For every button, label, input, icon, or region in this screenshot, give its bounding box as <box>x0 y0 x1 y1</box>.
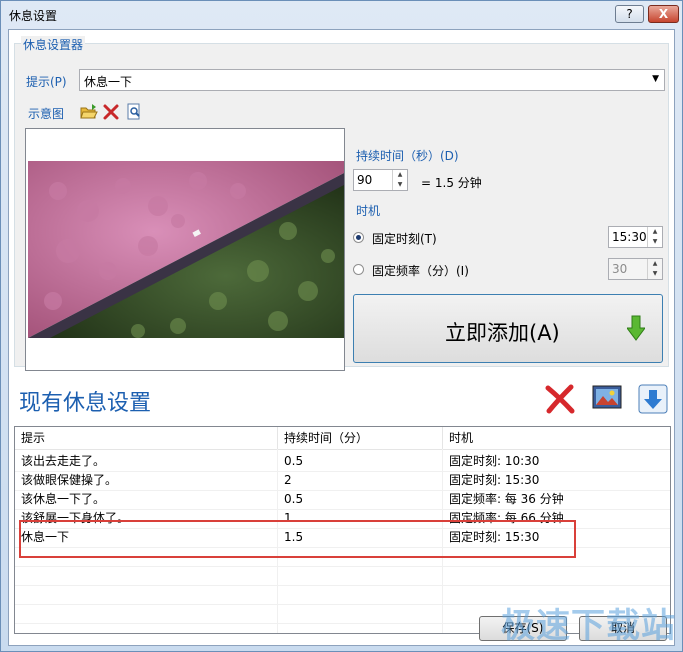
cell-prompt: 该做眼保健操了。 <box>21 473 118 487</box>
preview-label: 示意图 <box>28 107 65 121</box>
prompt-label: 提示(P) <box>26 75 67 89</box>
delete-icon[interactable] <box>102 103 120 121</box>
duration-spinner[interactable]: 90 ▲ ▼ <box>353 169 408 191</box>
up-arrow-icon[interactable]: ▲ <box>648 259 662 269</box>
preview-frame <box>25 128 345 371</box>
table-row-empty <box>15 566 670 586</box>
timing-label: 时机 <box>356 204 381 218</box>
table-row[interactable]: 该出去走走了。 0.5 固定时刻: 10:30 <box>15 452 670 472</box>
prompt-value: 休息一下 <box>84 75 133 89</box>
fixed-frequency-value: 30 <box>612 262 628 276</box>
cell-timing: 固定频率: 每 36 分钟 <box>449 492 564 506</box>
settings-window: 休息设置 ? X 休息设置器 提示(P) 休息一下 ▼ 示意图 持续时间（秒）(… <box>0 0 683 652</box>
add-now-button[interactable]: 立即添加(A) <box>353 294 663 363</box>
help-button[interactable]: ? <box>615 5 644 23</box>
cell-duration: 0.5 <box>284 454 304 468</box>
open-folder-icon[interactable] <box>80 103 98 121</box>
fixed-time-label: 固定时刻(T) <box>372 232 437 246</box>
close-button[interactable]: X <box>648 5 679 23</box>
move-down-icon[interactable] <box>638 384 668 414</box>
cell-duration: 2 <box>284 473 292 487</box>
fixed-time-value: 15:30 <box>612 230 647 244</box>
title-bar: 休息设置 ? X <box>1 1 682 29</box>
up-arrow-icon[interactable]: ▲ <box>648 227 662 237</box>
add-now-label: 立即添加(A) <box>445 321 560 345</box>
group-caption: 休息设置器 <box>21 36 86 53</box>
selection-highlight <box>19 520 576 558</box>
duration-minutes: = 1.5 分钟 <box>421 176 482 190</box>
fixed-frequency-label: 固定频率（分）(I) <box>372 264 469 278</box>
fixed-time-spin-buttons[interactable]: ▲ ▼ <box>647 227 662 247</box>
client-area: 休息设置器 提示(P) 休息一下 ▼ 示意图 持续时间（秒）(D) 90 ▲ ▼… <box>8 29 675 646</box>
fixed-time-radio[interactable] <box>353 232 364 243</box>
table-row[interactable]: 该做眼保健操了。 2 固定时刻: 15:30 <box>15 471 670 491</box>
cell-timing: 固定时刻: 10:30 <box>449 454 540 468</box>
fixed-frequency-radio[interactable] <box>353 264 364 275</box>
down-arrow-icon[interactable]: ▼ <box>648 237 662 247</box>
fixed-frequency-spin-buttons[interactable]: ▲ ▼ <box>647 259 662 279</box>
delete-all-icon[interactable] <box>544 384 576 414</box>
settings-group: 休息设置器 提示(P) 休息一下 ▼ 示意图 持续时间（秒）(D) 90 ▲ ▼… <box>14 36 669 371</box>
preview-document-icon[interactable] <box>125 103 143 121</box>
up-arrow-icon[interactable]: ▲ <box>393 170 407 180</box>
duration-spin-buttons[interactable]: ▲ ▼ <box>392 170 407 190</box>
prompt-combobox[interactable]: 休息一下 ▼ <box>79 69 665 91</box>
chevron-down-icon[interactable]: ▼ <box>652 74 659 84</box>
down-arrow-icon[interactable]: ▼ <box>648 269 662 279</box>
table-row[interactable]: 该休息一下了。 0.5 固定频率: 每 36 分钟 <box>15 490 670 510</box>
cell-prompt: 该休息一下了。 <box>21 492 106 506</box>
table-header: 提示 持续时间（分） 时机 <box>15 427 670 450</box>
column-header-timing[interactable]: 时机 <box>443 427 670 449</box>
cell-duration: 0.5 <box>284 492 304 506</box>
fixed-frequency-spinner[interactable]: 30 ▲ ▼ <box>608 258 663 280</box>
watermark: 极速下载站 <box>501 606 676 646</box>
existing-settings-title: 现有休息设置 <box>19 391 152 416</box>
window-title: 休息设置 <box>9 9 58 23</box>
down-arrow-icon <box>627 315 645 341</box>
cell-timing: 固定时刻: 15:30 <box>449 473 540 487</box>
preview-image <box>28 161 344 338</box>
column-header-duration[interactable]: 持续时间（分） <box>278 427 443 449</box>
duration-label: 持续时间（秒）(D) <box>356 149 459 163</box>
column-header-prompt[interactable]: 提示 <box>15 427 278 449</box>
image-gallery-icon[interactable] <box>592 384 622 412</box>
duration-value: 90 <box>357 173 373 187</box>
down-arrow-icon[interactable]: ▼ <box>393 180 407 190</box>
fixed-time-spinner[interactable]: 15:30 ▲ ▼ <box>608 226 663 248</box>
cell-prompt: 该出去走走了。 <box>21 454 106 468</box>
